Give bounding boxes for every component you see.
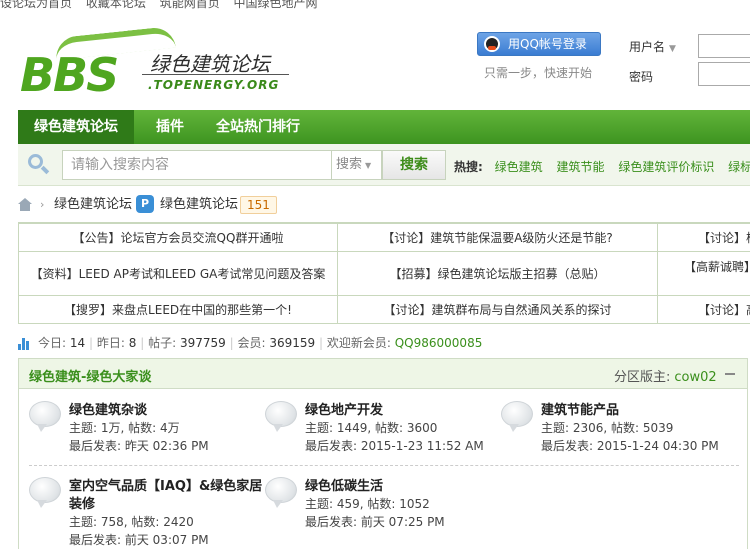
yesterday-count: 8 <box>128 336 137 350</box>
announcement-link[interactable]: 【高薪诚聘】 <box>657 251 750 296</box>
topenergy-home-link[interactable]: 筑能网首页 <box>160 0 220 10</box>
forum-stats-line: 主题: 758, 帖数: 2420 <box>69 515 194 529</box>
forum-last-post: 最后发表: 前天 03:07 PM <box>69 533 209 547</box>
logo-bbs-text: BBS <box>20 48 119 102</box>
today-count: 14 <box>69 336 86 350</box>
logo-en-text: .TOPENERGY.ORG <box>141 74 290 92</box>
forum-stats-line: 主题: 459, 帖数: 1052 <box>305 497 430 511</box>
announcement-link[interactable]: 【讨论】建筑节能保温要A级防火还是节能? <box>337 223 658 252</box>
forum-item[interactable]: 绿色低碳生活 主题: 459, 帖数: 1052 最后发表: 前天 07:25 … <box>265 475 495 545</box>
site-logo[interactable]: BBS 绿色建筑论坛 .TOPENERGY.ORG <box>20 25 290 110</box>
posts-count: 397759 <box>179 336 226 350</box>
main-nav: 绿色建筑论坛 插件 全站热门排行 <box>18 110 750 144</box>
logo-cn-text: 绿色建筑论坛 <box>150 52 270 76</box>
search-type-label: 搜索 <box>336 157 363 172</box>
username-label-text: 用户名 <box>629 40 666 54</box>
search-input[interactable]: 请输入搜索内容 <box>62 150 332 180</box>
password-label: 密码 <box>629 70 654 84</box>
forum-row-divider <box>29 465 739 466</box>
hot-keyword[interactable]: 绿色建筑 <box>495 160 543 174</box>
announcement-link[interactable]: 【讨论】高 <box>657 295 750 324</box>
qq-login-label: 用QQ帐号登录 <box>508 37 587 51</box>
announcement-link[interactable]: 【讨论】核 <box>657 223 750 252</box>
forum-name[interactable]: 绿色低碳生活 <box>305 475 383 494</box>
password-field[interactable] <box>698 62 750 86</box>
green-property-link[interactable]: 中国绿色地产网 <box>234 0 318 10</box>
breadcrumb-separator: › <box>40 198 45 211</box>
hot-keyword[interactable]: 建筑节能 <box>556 160 604 174</box>
forum-name-cont[interactable]: 装修 <box>69 493 95 512</box>
forum-last-post: 最后发表: 前天 07:25 PM <box>305 515 445 529</box>
set-homepage-link[interactable]: 设论坛为首页 <box>0 0 72 10</box>
welcome-label: 欢迎新会员: <box>326 336 391 350</box>
forum-name[interactable]: 绿色建筑杂谈 <box>69 399 147 418</box>
announcement-link[interactable]: 【讨论】建筑群布局与自然通风关系的探讨 <box>337 295 658 324</box>
category-header: 绿色建筑-绿色大家谈 分区版主: cow02 <box>19 359 747 389</box>
search-icon <box>28 154 50 176</box>
search-type-select[interactable]: 搜索 ▼ <box>332 150 382 180</box>
forum-stats-line: 主题: 2306, 帖数: 5039 <box>541 421 674 435</box>
nav-item-plugins[interactable]: 插件 <box>140 110 200 144</box>
header: BBS 绿色建筑论坛 .TOPENERGY.ORG 用QQ帐号登录 只需一步，快… <box>0 10 750 110</box>
moderator-link[interactable]: cow02 <box>674 370 716 385</box>
hot-keyword[interactable]: 绿色建筑评价标识 <box>618 160 714 174</box>
breadcrumb-current[interactable]: 绿色建筑论坛 <box>160 194 238 216</box>
new-member-link[interactable]: QQ986000085 <box>395 336 483 350</box>
bar-chart-icon <box>18 337 32 350</box>
username-field[interactable] <box>698 34 750 58</box>
forum-last-post: 最后发表: 2015-1-24 04:30 PM <box>541 439 719 453</box>
qq-login-button[interactable]: 用QQ帐号登录 <box>477 32 601 56</box>
search-button[interactable]: 搜索 <box>382 150 446 180</box>
qq-penguin-icon <box>484 36 500 52</box>
forum-name[interactable]: 室内空气品质【IAQ】&绿色家居 <box>69 475 262 494</box>
forum-item[interactable]: 室内空气品质【IAQ】&绿色家居 装修 主题: 758, 帖数: 2420 最后… <box>29 475 262 549</box>
forum-item[interactable]: 绿色地产开发 主题: 1449, 帖数: 3600 最后发表: 2015-1-2… <box>265 399 495 469</box>
search-bar: 请输入搜索内容 搜索 ▼ 搜索 热搜: 绿色建筑 建筑节能 绿色建筑评价标识 绿标… <box>18 144 750 186</box>
announcement-link[interactable]: 【搜罗】来盘点LEED在中国的那些第一个! <box>18 295 338 324</box>
members-count: 369159 <box>269 336 316 350</box>
nav-item-forum[interactable]: 绿色建筑论坛 <box>18 110 134 144</box>
forum-stats-line: 主题: 1449, 帖数: 3600 <box>305 421 438 435</box>
username-label[interactable]: 用户名 ▼ <box>629 38 676 55</box>
bookmark-link[interactable]: 收藏本论坛 <box>86 0 146 10</box>
category-panel: 绿色建筑-绿色大家谈 分区版主: cow02 绿色建筑杂谈 主题: 1万, 帖数:… <box>18 358 748 549</box>
forum-bubble-icon <box>265 477 297 508</box>
qq-login-note: 只需一步，快速开始 <box>484 66 593 80</box>
breadcrumb-forum-link[interactable]: 绿色建筑论坛 <box>54 194 132 216</box>
hot-search-label: 热搜: <box>454 160 483 174</box>
announcement-link[interactable]: 【招募】绿色建筑论坛版主招募（总贴） <box>337 251 658 296</box>
home-icon[interactable] <box>18 198 32 211</box>
moderator-label: 分区版主: <box>614 370 671 385</box>
chevron-down-icon: ▼ <box>669 44 676 54</box>
collapse-icon[interactable] <box>725 373 735 375</box>
announcement-link[interactable]: 【公告】论坛官方会员交流QQ群开通啦 <box>18 223 338 252</box>
forum-name[interactable]: 建筑节能产品 <box>541 399 619 418</box>
category-title[interactable]: 绿色建筑-绿色大家谈 <box>29 366 151 385</box>
forum-name[interactable]: 绿色地产开发 <box>305 399 383 418</box>
forum-stats-line: 主题: 1万, 帖数: 4万 <box>69 421 180 435</box>
nav-item-hot-ranking[interactable]: 全站热门排行 <box>200 110 316 144</box>
forum-icon: P <box>136 195 154 213</box>
top-links: 设论坛为首页 收藏本论坛 筑能网首页 中国绿色地产网 <box>0 0 328 10</box>
forum-last-post: 最后发表: 2015-1-23 11:52 AM <box>305 439 484 453</box>
announcement-grid: 【公告】论坛官方会员交流QQ群开通啦 【讨论】建筑节能保温要A级防火还是节能? … <box>18 222 750 324</box>
forum-last-post: 最后发表: 昨天 02:36 PM <box>69 439 209 453</box>
forum-bubble-icon <box>29 401 61 432</box>
new-posts-badge: 151 <box>240 196 277 214</box>
announcement-link[interactable]: 【资料】LEED AP考试和LEED GA考试常见问题及答案 <box>18 251 338 296</box>
today-label: 今日: <box>38 336 67 350</box>
forum-bubble-icon <box>265 401 297 432</box>
hot-keyword[interactable]: 绿标 <box>728 160 750 174</box>
members-label: 会员: <box>237 336 266 350</box>
forum-bubble-icon <box>501 401 533 432</box>
posts-label: 帖子: <box>148 336 177 350</box>
forum-item[interactable]: 绿色建筑杂谈 主题: 1万, 帖数: 4万 最后发表: 昨天 02:36 PM <box>29 399 259 469</box>
chevron-down-icon: ▼ <box>365 161 372 170</box>
forum-item[interactable]: 建筑节能产品 主题: 2306, 帖数: 5039 最后发表: 2015-1-2… <box>501 399 731 469</box>
moderator-info: 分区版主: cow02 <box>614 366 717 385</box>
hot-searches: 热搜: 绿色建筑 建筑节能 绿色建筑评价标识 绿标 LE <box>454 158 750 175</box>
forum-bubble-icon <box>29 477 61 508</box>
yesterday-label: 昨日: <box>96 336 125 350</box>
